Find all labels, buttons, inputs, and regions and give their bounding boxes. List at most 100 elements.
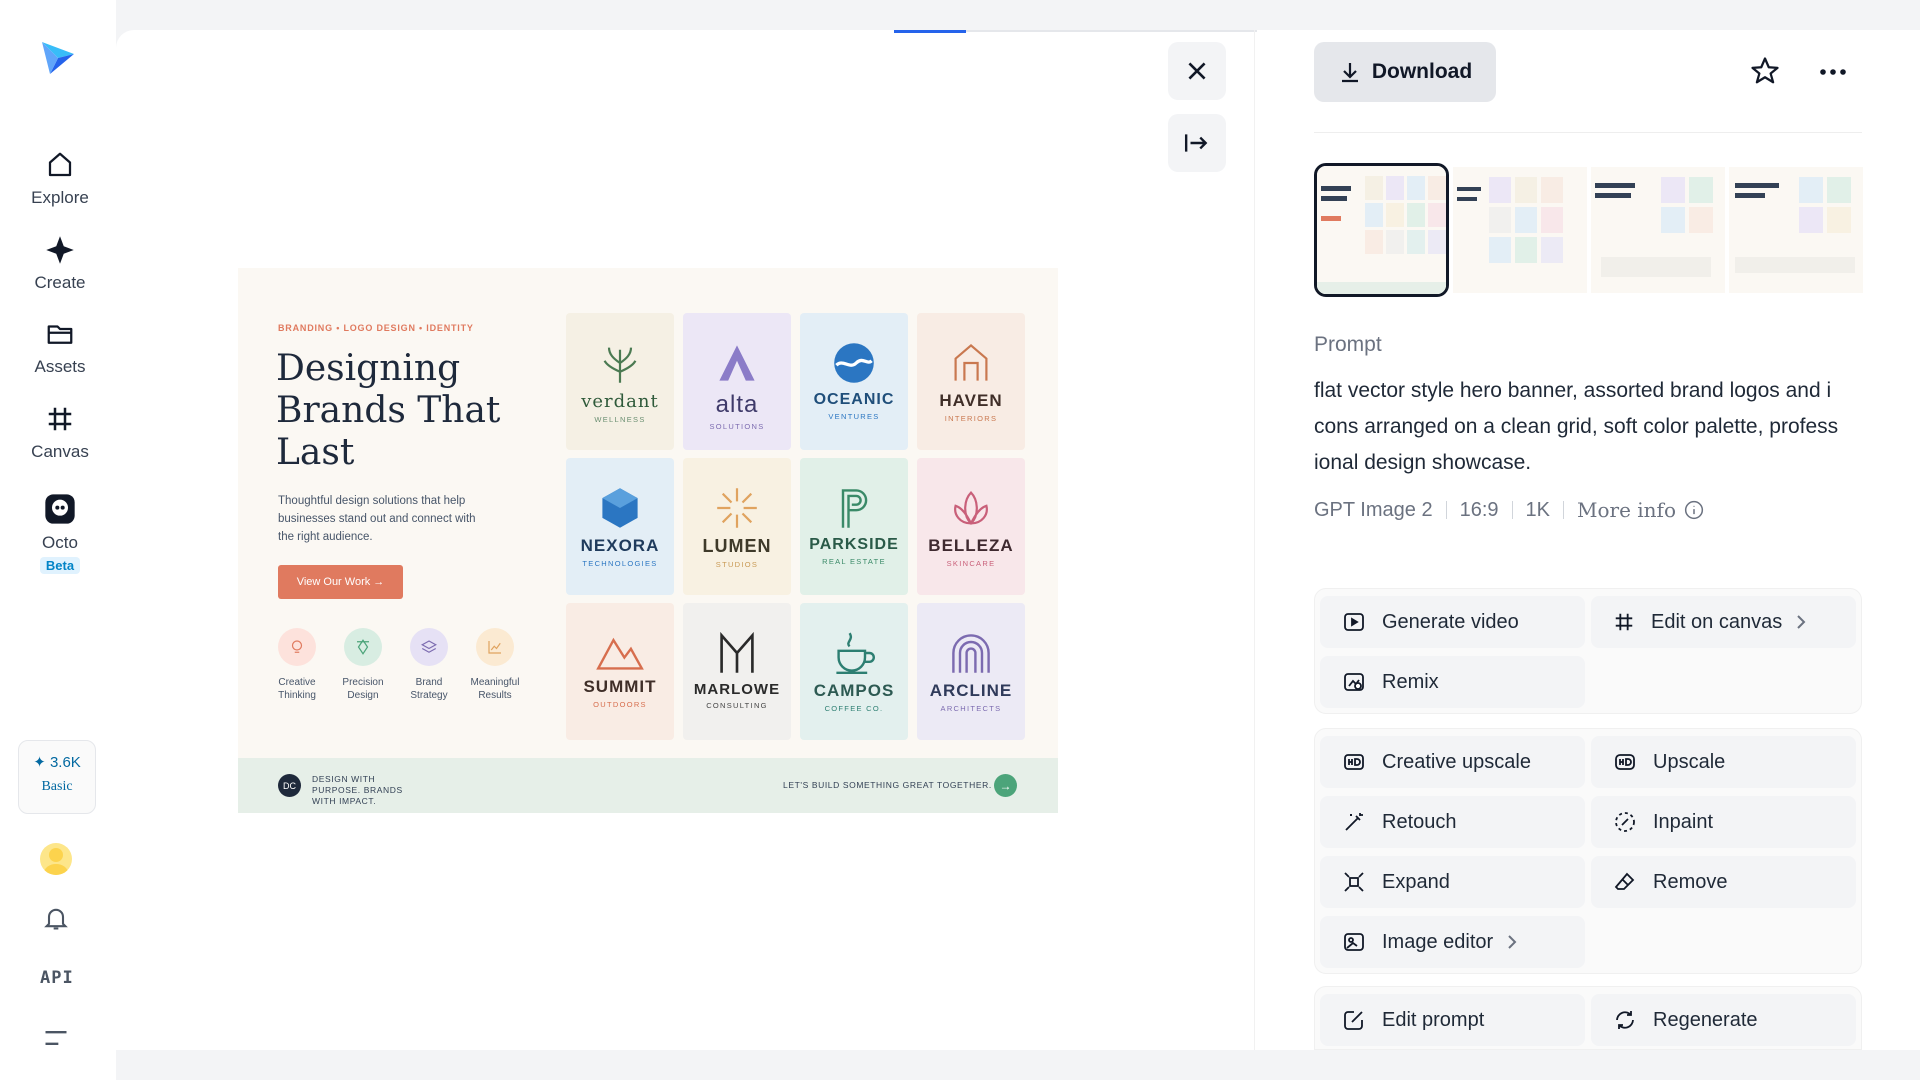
nav-label: Explore: [31, 188, 89, 207]
remove-button[interactable]: Remove: [1591, 856, 1856, 908]
more-options-button[interactable]: [1818, 60, 1848, 89]
tile-sub: ARCHITECTS: [940, 704, 1002, 713]
crop-icon: [48, 407, 72, 431]
logo-tile-oceanic: OCEANIC VENTURES: [800, 313, 908, 450]
panel-divider: [1254, 30, 1255, 1050]
tile-name: MARLOWE: [693, 681, 781, 698]
logo-tile-lumen: LUMEN STUDIOS: [683, 458, 791, 595]
menu-icon[interactable]: [42, 1026, 70, 1055]
tile-sub: SOLUTIONS: [709, 422, 765, 431]
more-info-link[interactable]: More info: [1577, 498, 1704, 522]
logo-tile-verdant: verdant WELLNESS: [566, 313, 674, 450]
inpaint-label: Inpaint: [1653, 810, 1714, 833]
feature-label: Creative Thinking: [278, 677, 316, 701]
inpaint-button[interactable]: Inpaint: [1591, 796, 1856, 848]
feature-results: Meaningful Results: [463, 628, 527, 702]
hd-sparkle-icon: [1344, 754, 1364, 770]
generate-video-button[interactable]: Generate video: [1320, 596, 1585, 648]
tile-name: alta: [715, 391, 759, 418]
layers-icon: [410, 628, 448, 666]
tile-name: PARKSIDE: [809, 536, 899, 553]
tile-name: ARCLINE: [929, 681, 1013, 700]
retouch-button[interactable]: Retouch: [1320, 796, 1585, 848]
more-icon: [1820, 69, 1846, 75]
feature-label: Meaningful Results: [470, 677, 520, 701]
nav-item-assets[interactable]: Assets: [0, 319, 120, 377]
action-group-edit: Creative upscale Upscale Retouch Inpaint…: [1314, 728, 1862, 974]
hd-icon: [1615, 754, 1635, 770]
tile-sub: SKINCARE: [946, 559, 996, 568]
nav-item-explore[interactable]: Explore: [0, 150, 120, 208]
edit-on-canvas-button[interactable]: Edit on canvas: [1591, 596, 1856, 648]
edit-prompt-button[interactable]: Edit prompt: [1320, 994, 1585, 1046]
footer-initials: DC: [278, 774, 301, 797]
image-editor-icon: [1344, 933, 1364, 951]
nav-item-octo[interactable]: Octo Beta: [0, 493, 120, 575]
tile-name: HAVEN: [939, 391, 1003, 410]
banner-description: Thoughtful design solutions that help bu…: [278, 495, 476, 543]
home-icon: [48, 152, 72, 177]
banner-headline: Designing Brands That Last: [276, 348, 501, 473]
crop-icon: [1615, 613, 1633, 631]
favorite-button[interactable]: [1750, 56, 1780, 91]
avatar[interactable]: [40, 843, 72, 875]
meta-separator: [1445, 501, 1447, 519]
feature-label: Brand Strategy: [410, 677, 448, 701]
nav-item-create[interactable]: Create: [0, 235, 120, 293]
nav-label: Assets: [34, 357, 86, 376]
tile-sub: REAL ESTATE: [822, 557, 886, 566]
inpaint-icon: [1615, 812, 1635, 832]
model-name: GPT Image 2: [1314, 498, 1433, 521]
tile-name: BELLEZA: [928, 536, 1014, 555]
tile-sub: TECHNOLOGIES: [582, 559, 658, 568]
close-icon: [1188, 62, 1206, 80]
upscale-button[interactable]: Upscale: [1591, 736, 1856, 788]
regenerate-button[interactable]: Regenerate: [1591, 994, 1856, 1046]
collapse-panel-button[interactable]: [1168, 114, 1226, 172]
tile-sub: INTERIORS: [944, 414, 998, 423]
creative-upscale-button[interactable]: Creative upscale: [1320, 736, 1585, 788]
tile-sub: STUDIOS: [715, 560, 759, 569]
action-group-prompt: Edit prompt Regenerate: [1314, 986, 1862, 1050]
feature-precision: Precision Design: [331, 628, 395, 702]
sidebar: Explore Create Assets Canvas Octo Beta ✦…: [0, 0, 116, 1080]
tile-name: SUMMIT: [583, 677, 657, 696]
nav-item-canvas[interactable]: Canvas: [0, 404, 120, 462]
meta-separator: [1511, 501, 1513, 519]
logo-tile-campos: CAMPOS COFFEE CO.: [800, 603, 908, 740]
generated-image[interactable]: BRANDING • LOGO DESIGN • IDENTITY Design…: [238, 268, 1058, 813]
pen-nib-icon: [344, 628, 382, 666]
image-editor-label: Image editor: [1382, 930, 1494, 953]
bell-icon[interactable]: [42, 904, 70, 937]
tile-sub: COFFEE CO.: [824, 704, 884, 713]
expand-button[interactable]: Expand: [1320, 856, 1585, 908]
tile-name: CAMPOS: [813, 681, 895, 700]
download-button[interactable]: Download: [1314, 42, 1496, 102]
app-logo[interactable]: [38, 38, 78, 78]
chevron-right-icon: [1797, 615, 1806, 629]
thumbnail-selected[interactable]: [1314, 163, 1449, 297]
lightbulb-icon: [278, 628, 316, 666]
credits-badge[interactable]: ✦ 3.6K Basic: [18, 740, 96, 814]
prompt-label: Prompt: [1314, 333, 1382, 356]
image-editor-button[interactable]: Image editor: [1320, 916, 1585, 968]
thumbnail-2[interactable]: [1453, 167, 1587, 293]
panel-divider-h: [1314, 132, 1862, 133]
thumbnail-3[interactable]: [1591, 167, 1725, 293]
refresh-icon: [1616, 1011, 1634, 1029]
close-button[interactable]: [1168, 42, 1226, 100]
remix-button[interactable]: Remix: [1320, 656, 1585, 708]
more-info-label: More info: [1576, 498, 1676, 522]
logo-tile-haven: HAVEN INTERIORS: [917, 313, 1025, 450]
credits-amount: ✦ 3.6K: [33, 754, 81, 771]
api-link[interactable]: API: [40, 968, 74, 988]
thumbnail-4[interactable]: [1729, 167, 1863, 293]
aspect-ratio: 16:9: [1459, 498, 1499, 521]
nav-label: Create: [34, 273, 86, 292]
loading-progress: [894, 30, 1257, 33]
expand-icon: [1344, 872, 1364, 892]
nav-label: Octo: [42, 533, 78, 552]
banner-footer: DC DESIGN WITH PURPOSE. BRANDS WITH IMPA…: [238, 758, 1058, 813]
plan-name: Basic: [41, 779, 73, 794]
banner-cta: View Our Work →: [278, 565, 403, 599]
